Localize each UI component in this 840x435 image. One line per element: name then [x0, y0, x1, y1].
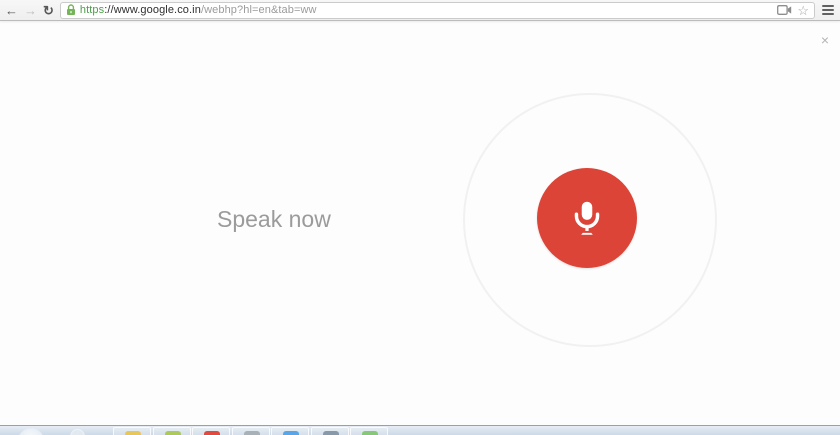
- url-scheme: https: [80, 4, 104, 16]
- start-button[interactable]: [18, 428, 44, 435]
- taskbar-button[interactable]: [311, 427, 349, 435]
- taskbar-button[interactable]: [350, 427, 388, 435]
- app-icon: [323, 431, 339, 435]
- taskbar-button[interactable]: [232, 427, 270, 435]
- omnibox-actions: ☆: [777, 4, 809, 17]
- app-icon: [204, 431, 220, 435]
- browser-window: ← → ↻ https://www.google.co.in/webhp?hl=…: [0, 0, 840, 435]
- close-icon[interactable]: ×: [821, 33, 829, 47]
- app-icon: [244, 431, 260, 435]
- menu-icon[interactable]: [821, 4, 835, 16]
- url-host: ://www.google.co.in: [104, 4, 201, 16]
- windows-taskbar: [0, 425, 840, 435]
- app-icon: [283, 431, 299, 435]
- voice-search-overlay: × Speak now: [0, 22, 840, 425]
- app-icon: [362, 431, 378, 435]
- taskbar-button[interactable]: [271, 427, 309, 435]
- forward-icon[interactable]: →: [24, 4, 37, 17]
- taskbar-button[interactable]: [113, 427, 151, 435]
- pinned-icon[interactable]: [70, 429, 85, 435]
- mic-button[interactable]: [537, 168, 637, 268]
- taskbar-button[interactable]: [153, 427, 191, 435]
- url-path: /webhp?hl=en&tab=ww: [201, 4, 317, 16]
- lock-icon: [66, 4, 76, 16]
- bookmark-star-icon[interactable]: ☆: [797, 4, 809, 17]
- app-icon: [125, 431, 141, 435]
- url-text: https://www.google.co.in/webhp?hl=en&tab…: [80, 4, 773, 16]
- reload-icon[interactable]: ↻: [43, 4, 54, 17]
- app-icon: [165, 431, 181, 435]
- taskbar-button[interactable]: [192, 427, 230, 435]
- status-text: Speak now: [217, 206, 331, 233]
- camera-icon[interactable]: [777, 5, 792, 15]
- browser-toolbar: ← → ↻ https://www.google.co.in/webhp?hl=…: [0, 0, 840, 21]
- back-icon[interactable]: ←: [5, 4, 18, 17]
- url-bar[interactable]: https://www.google.co.in/webhp?hl=en&tab…: [60, 2, 815, 19]
- mic-icon: [564, 195, 610, 241]
